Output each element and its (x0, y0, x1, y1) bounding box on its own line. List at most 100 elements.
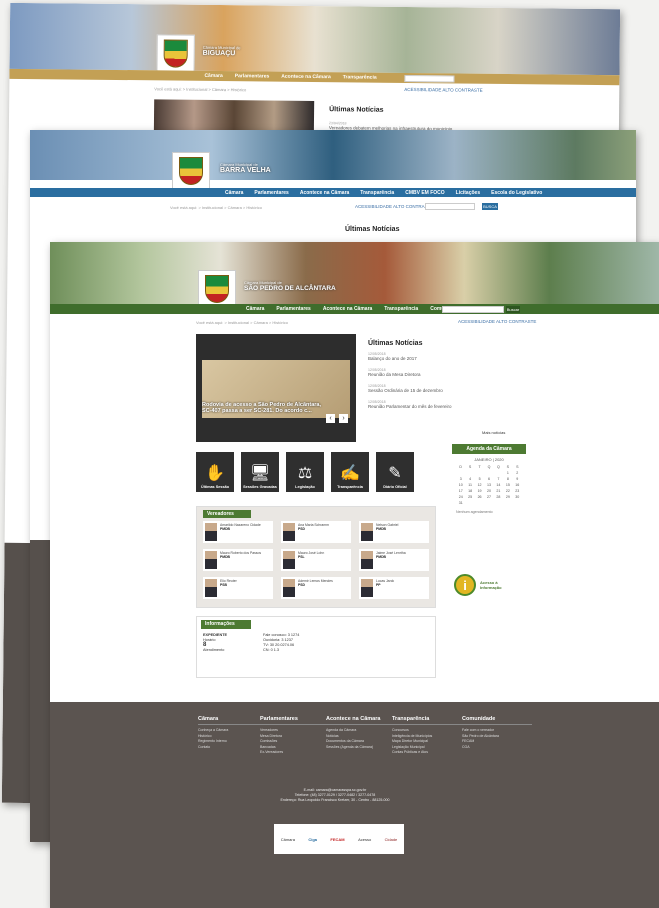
search-button[interactable]: Buscar (506, 306, 520, 313)
slider-caption[interactable]: Rodovia de acesso a São Pedro de Alcânta… (202, 402, 322, 414)
breadcrumb: Você está aqui: > Institucional > Câmara… (170, 205, 262, 210)
nav-escola[interactable]: Escola do Legislativo (491, 190, 542, 196)
header-banner (30, 130, 636, 180)
avatar (283, 551, 295, 569)
accessibility-tools[interactable]: ACESSIBILIDADE ALTO CONTRASTE (355, 204, 433, 209)
avatar (283, 523, 295, 541)
search-input[interactable] (442, 306, 504, 313)
quick-diario-oficial[interactable]: ✎ Diário Oficial (376, 452, 414, 492)
vereador-card[interactable]: Nelson Gabriel PMDB (359, 521, 429, 543)
logo[interactable] (156, 34, 195, 73)
avatar (283, 579, 295, 597)
agenda-note: Nenhum agendamento (456, 510, 493, 514)
search-input[interactable] (404, 74, 455, 83)
sponsor-logo[interactable]: Ciga (308, 837, 317, 842)
vereador-card[interactable]: Ana Maria Schramm PSD (281, 521, 351, 543)
avatar (205, 523, 217, 541)
search-input[interactable] (425, 203, 475, 210)
news-item[interactable]: 12/05/2018 Reunião Parlamentar do mês de … (368, 400, 528, 409)
screenshot-sao-pedro: Câmara Municipal de SÃO PEDRO DE ALCÂNTAR… (50, 242, 659, 908)
next-arrow-icon[interactable]: › (339, 414, 348, 423)
footer-col-comunidade: Comunidade Fale com o vereador São Pedro… (462, 716, 532, 750)
news-title: Últimas Notícias (345, 226, 400, 233)
search-button[interactable]: BUSCA (482, 203, 498, 210)
nav-acontece[interactable]: Acontece na Câmara (281, 74, 331, 81)
vereador-card[interactable]: Amarildo Nazareno Cidade PMDB (203, 521, 273, 543)
quick-ultima-sessao[interactable]: ✋ Últimas Sessão (196, 452, 234, 492)
document-icon: ✎ (388, 465, 402, 482)
acesso-informacao-badge[interactable]: i Acesso à Informação (454, 572, 524, 598)
footer-link[interactable]: Sessões (Agenda da Câmara) (326, 745, 396, 751)
more-news-link[interactable]: Mais notícias (482, 430, 505, 435)
vereador-card[interactable]: Lucas Jarck PP (359, 577, 429, 599)
vereador-card[interactable]: Mauro José Lohn PSL (281, 549, 351, 571)
nav-transparencia[interactable]: Transparência (360, 190, 394, 196)
footer-col-acontece: Acontece na Câmara Agenda da Câmara Notí… (326, 716, 396, 750)
avatar (361, 579, 373, 597)
quick-legislacao[interactable]: ⚖ Legislação (286, 452, 324, 492)
quick-transparencia[interactable]: ✍ Transparência (331, 452, 369, 492)
footer-link[interactable]: Contas Públicas e Atos (392, 750, 462, 756)
header-banner (50, 242, 659, 304)
expediente: EXPEDIENTE Horário 8 Atendimento (203, 633, 228, 652)
news-slider[interactable]: Rodovia de acesso a São Pedro de Alcânta… (196, 334, 356, 442)
footer-link[interactable]: Ex-Vereadores (260, 750, 330, 756)
site-footer: Câmara Conheça a Câmara Histórico Regime… (50, 702, 659, 908)
quick-sessoes-gravadas[interactable]: 🖥 Sessões Gravadas (241, 452, 279, 492)
nav-parlamentares[interactable]: Parlamentares (235, 73, 270, 79)
nav-camara[interactable]: Câmara (225, 190, 243, 196)
avatar (361, 523, 373, 541)
informacoes-title: Informações (201, 620, 251, 629)
vereador-card[interactable]: Jaime José Lenrtha PMDB (359, 549, 429, 571)
nav-transparencia[interactable]: Transparência (343, 74, 377, 80)
monitor-icon: 🖥 (249, 465, 271, 482)
footer-link[interactable]: Contato (198, 745, 268, 751)
calendar-week[interactable]: 31 (456, 500, 522, 506)
sponsor-logo[interactable]: FECAM (330, 837, 344, 842)
accessibility-tools[interactable]: ACESSIBILIDADE ALTO CONTRASTE (458, 319, 536, 324)
main-nav: Câmara Parlamentares Acontece na Câmara … (50, 304, 659, 314)
header-banner (9, 2, 621, 76)
sponsor-logo[interactable]: Câmara (281, 837, 295, 842)
main-nav: Câmara Parlamentares Acontece na Câmara … (30, 188, 636, 197)
calendar[interactable]: JANEIRO | 2020 DSTQQSS 12 3456789 10 11 12… (452, 454, 526, 517)
nav-parlamentares[interactable]: Parlamentares (276, 306, 310, 312)
footer-link[interactable]: CGA (462, 745, 532, 751)
scales-icon: ⚖ (297, 465, 313, 482)
nav-transparencia[interactable]: Transparência (384, 306, 418, 312)
coat-of-arms-icon (163, 39, 188, 68)
vereador-card[interactable]: Elio Reuter PSB (203, 577, 273, 599)
news-item[interactable]: 12/05/2018 Balanço do ano de 2017 (368, 352, 528, 361)
sponsor-logo[interactable]: Cidade (385, 837, 398, 842)
nav-foco[interactable]: CMBV EM FOCO (405, 190, 444, 196)
vereadores-panel: Vereadores Amarildo Nazareno Cidade PMDB … (196, 506, 436, 608)
vereador-card[interactable]: Ademir Lemos Mendes PSD (281, 577, 351, 599)
nav-acontece[interactable]: Acontece na Câmara (323, 306, 372, 312)
nav-camara[interactable]: Câmara (246, 306, 264, 312)
news-title: Últimas Notícias (368, 340, 423, 347)
sponsor-logo[interactable]: Acesso (358, 837, 371, 842)
accessibility-tools[interactable]: ACESSIBILIDADE ALTO CONTRASTE (404, 87, 482, 93)
footer-col-parlamentares: Parlamentares Vereadores Mesa Diretora C… (260, 716, 330, 756)
nav-acontece[interactable]: Acontece na Câmara (300, 190, 349, 196)
vereador-card[interactable]: Mauro Roberto dos Passos PMDB (203, 549, 273, 571)
nav-camara[interactable]: Câmara (204, 73, 222, 79)
logo[interactable] (172, 152, 210, 190)
coat-of-arms-icon (205, 275, 229, 303)
writing-hand-icon: ✍ (340, 465, 360, 482)
vereadores-title: Vereadores (203, 510, 251, 518)
coat-of-arms-icon (179, 157, 203, 185)
nav-licitacoes[interactable]: Licitações (456, 190, 480, 196)
sponsor-logos: Câmara Ciga FECAM Acesso Cidade (274, 824, 404, 854)
logo[interactable] (198, 270, 236, 308)
brand-name: Câmara Municipal de BARRA VELHA (220, 162, 271, 174)
footer-col-camara: Câmara Conheça a Câmara Histórico Regime… (198, 716, 268, 750)
nav-parlamentares[interactable]: Parlamentares (254, 190, 288, 196)
news-item[interactable]: 12/05/2018 Sessão Ordinária de 15 de deze… (368, 384, 528, 393)
news-item[interactable]: 12/05/2018 Reunião da Mesa Diretora (368, 368, 528, 377)
prev-arrow-icon[interactable]: ‹ (326, 414, 335, 423)
breadcrumb: Você está aqui: > Institucional > Câmara… (196, 320, 288, 325)
agenda-widget: Agenda da Câmara JANEIRO | 2020 DSTQQSS … (452, 444, 526, 546)
avatar (205, 579, 217, 597)
agenda-title: Agenda da Câmara (452, 444, 526, 454)
